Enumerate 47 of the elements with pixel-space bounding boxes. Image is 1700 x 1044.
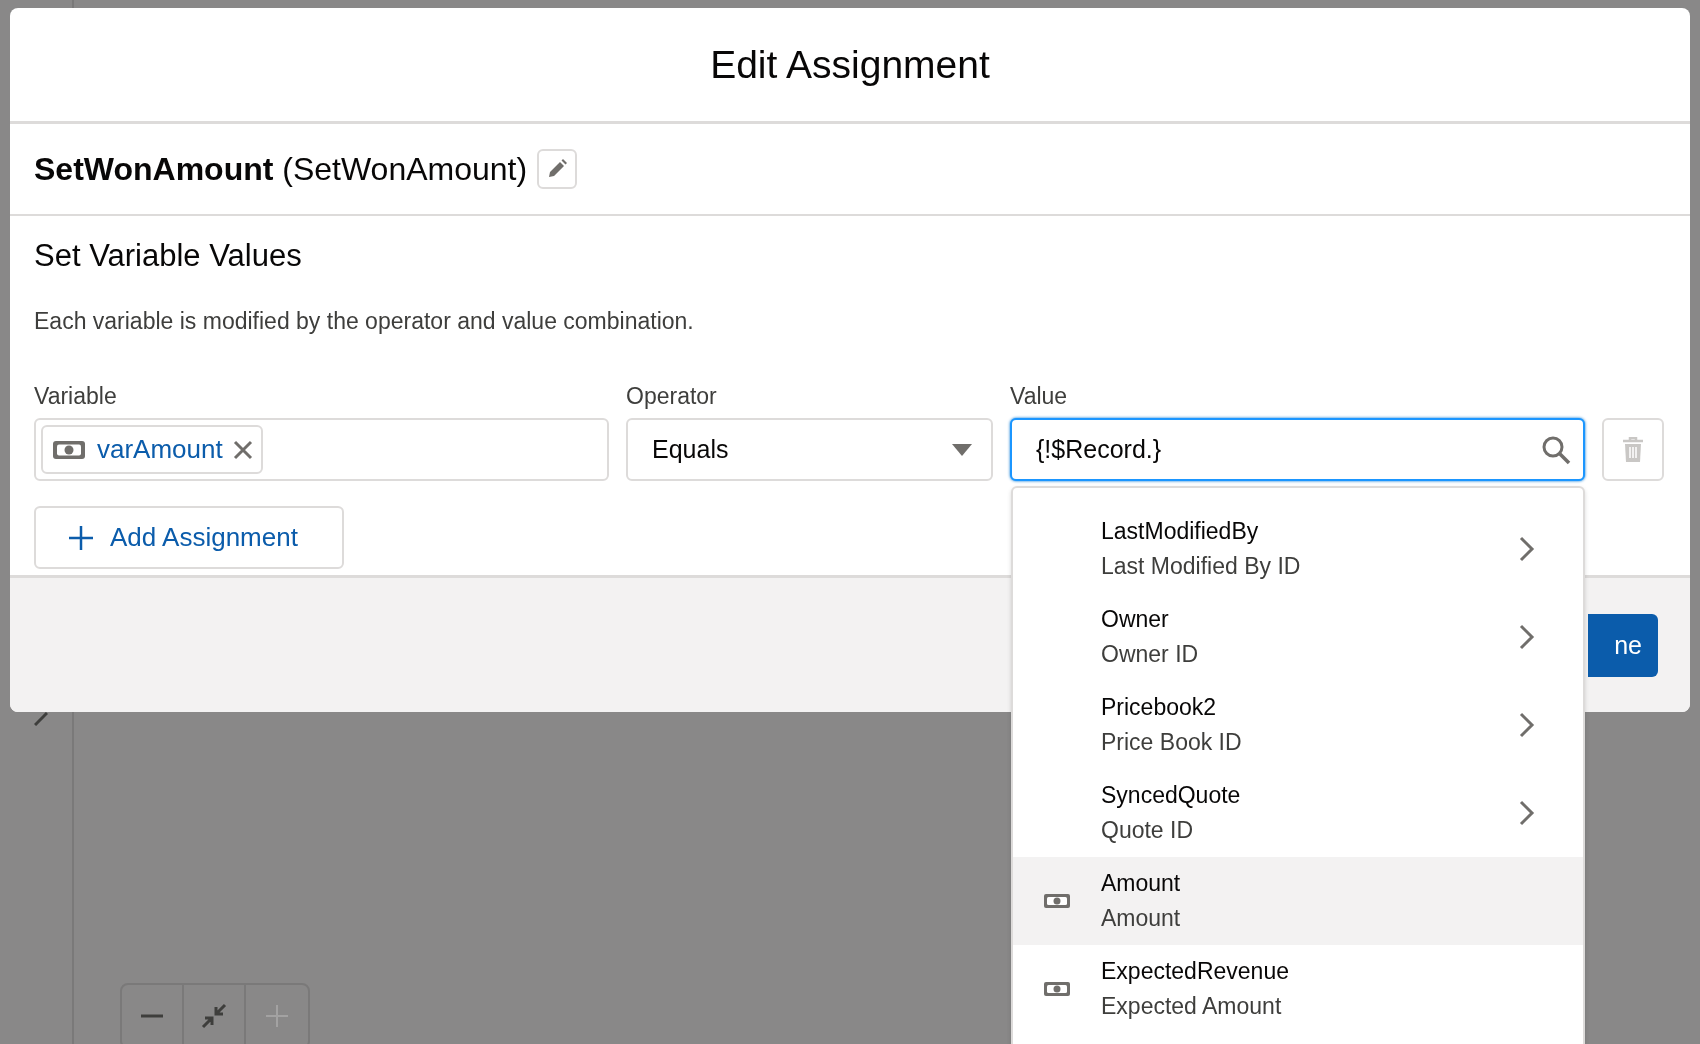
variable-name: varAmount xyxy=(97,434,223,465)
section-heading: Set Variable Values xyxy=(34,238,303,274)
field-label: Last Modified By ID xyxy=(1101,553,1302,580)
field-label: Price Book ID xyxy=(1101,729,1243,756)
value-label: Value xyxy=(1010,383,1069,410)
variable-field[interactable]: varAmount xyxy=(34,418,609,481)
value-field[interactable]: {!$Record.} xyxy=(1010,418,1585,481)
dropdown-item[interactable]: SyncedQuote Quote ID xyxy=(1013,769,1583,857)
caret-down-icon xyxy=(951,442,973,457)
money-icon xyxy=(1043,980,1071,998)
compress-arrows-icon xyxy=(201,1003,227,1029)
dropdown-item[interactable]: Pricebook2 Price Book ID xyxy=(1013,681,1583,769)
pencil-icon xyxy=(546,158,569,180)
field-label: Amount xyxy=(1101,905,1182,932)
done-button[interactable]: ne xyxy=(1588,613,1658,677)
chevron-right-icon xyxy=(1519,624,1535,650)
modal-title: Edit Assignment xyxy=(710,42,990,87)
plus-icon xyxy=(264,1003,290,1029)
field-name: ExpectedRevenue xyxy=(1101,958,1290,985)
dropdown-item[interactable]: Owner Owner ID xyxy=(1013,593,1583,681)
operator-label: Operator xyxy=(626,383,718,410)
section-description: Each variable is modified by the operator and value combination. xyxy=(34,308,695,335)
dropdown-item[interactable]: LastModifiedBy Last Modified By ID xyxy=(1013,505,1583,593)
chevron-right-icon xyxy=(1519,712,1535,738)
field-name: Pricebook2 xyxy=(1101,694,1218,721)
field-name: Amount xyxy=(1101,870,1182,897)
money-icon xyxy=(1043,892,1071,910)
element-name: SetWonAmount (SetWonAmount) xyxy=(34,150,528,188)
plus-icon xyxy=(68,524,94,551)
variable-label: Variable xyxy=(34,383,118,410)
chevron-right-icon xyxy=(1519,800,1535,826)
trash-icon xyxy=(1622,436,1644,463)
field-label: Expected Amount xyxy=(1101,993,1283,1020)
dropdown-item[interactable]: ExpectedRevenue Expected Amount xyxy=(1013,945,1583,1033)
dropdown-item[interactable]: Amount Amount xyxy=(1013,857,1583,945)
edit-button[interactable] xyxy=(537,149,578,189)
add-assignment-button[interactable]: Add Assignment xyxy=(34,506,344,569)
chevron-right-icon xyxy=(1519,536,1535,562)
field-name: SyncedQuote xyxy=(1101,782,1242,809)
field-name: Owner xyxy=(1101,606,1170,633)
search-icon xyxy=(1541,435,1571,465)
operator-dropdown[interactable]: Equals xyxy=(626,418,993,481)
remove-icon[interactable] xyxy=(232,439,253,460)
field-name: LastModifiedBy xyxy=(1101,518,1260,545)
minus-icon xyxy=(139,1014,165,1018)
field-label: Quote ID xyxy=(1101,817,1195,844)
field-label: Owner ID xyxy=(1101,641,1200,668)
